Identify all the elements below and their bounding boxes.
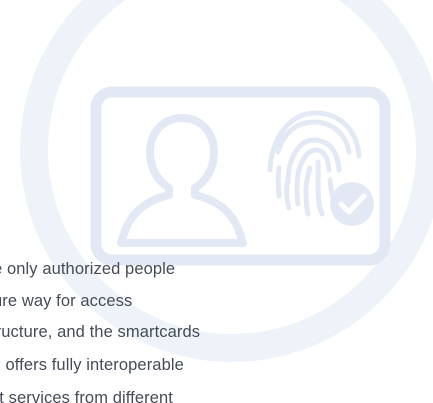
text-line: P offers fully interoperable [0,356,184,374]
text-line: tructure, and the smartcards [0,323,201,341]
text-line: nt services from different [0,389,173,403]
text-line: ure way for access [0,292,133,310]
page-canvas: e only authorized people ure way for acc… [0,0,433,403]
description-text: e only authorized people ure way for acc… [0,0,433,403]
text-line: e only authorized people [0,260,176,278]
